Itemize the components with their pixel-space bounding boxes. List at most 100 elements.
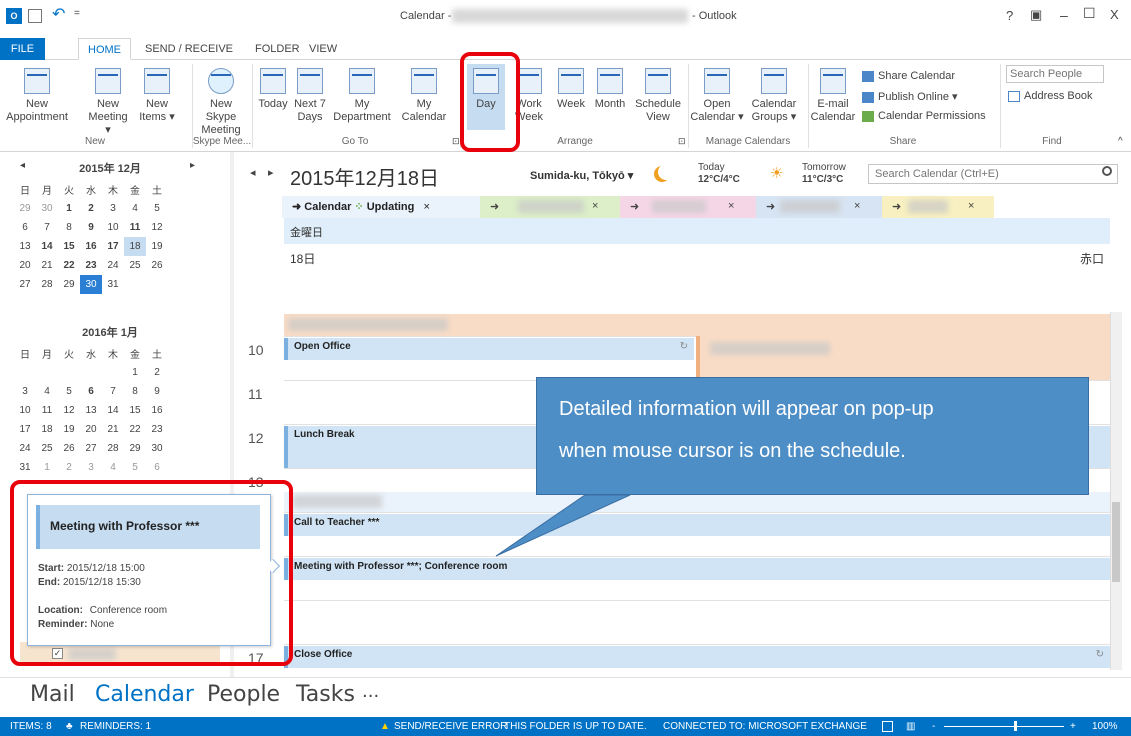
mini-calendar-day[interactable]: 14 <box>102 401 124 420</box>
appointment-call-teacher[interactable]: Call to Teacher *** <box>284 514 1110 536</box>
mini-calendar-day[interactable]: 18 <box>36 420 58 439</box>
mini-calendar-day[interactable]: 10 <box>102 218 124 237</box>
arrange-launcher-icon[interactable]: ⊡ <box>678 136 686 147</box>
tab-file[interactable]: FILE <box>0 38 45 60</box>
mini-calendar-day[interactable]: 3 <box>102 199 124 218</box>
save-icon[interactable] <box>28 9 42 23</box>
reading-view-icon[interactable]: ▥ <box>906 717 915 736</box>
new-meeting-button[interactable]: New Meeting ▾ <box>88 68 128 137</box>
mini-calendar-day[interactable]: 10 <box>14 401 36 420</box>
mini-calendar-day[interactable]: 11 <box>124 218 146 237</box>
mini-calendar-day[interactable]: 1 <box>36 458 58 477</box>
mini-calendar-day[interactable]: 7 <box>102 382 124 401</box>
vertical-scrollbar[interactable] <box>1110 312 1122 670</box>
hour-row[interactable] <box>284 600 1110 644</box>
weather-location[interactable]: Sumida-ku, Tōkyō ▾ <box>530 169 633 182</box>
minimize-button[interactable]: – <box>1060 7 1068 23</box>
mini-calendar-day[interactable]: 20 <box>80 420 102 439</box>
tab-send-receive[interactable]: SEND / RECEIVE <box>136 38 242 60</box>
appointment-close-office[interactable]: Close Office ↻ <box>284 646 1110 668</box>
mini-calendar-day[interactable]: 8 <box>124 382 146 401</box>
mini-calendar-day[interactable]: 4 <box>102 458 124 477</box>
schedule-view-button[interactable]: Schedule View <box>632 68 684 124</box>
mini-calendar-day[interactable]: 30 <box>146 439 168 458</box>
mini-calendar-day[interactable]: 20 <box>14 256 36 275</box>
calendar-permissions-button[interactable]: Calendar Permissions <box>862 110 986 122</box>
mini-calendar-day[interactable]: 29 <box>14 199 36 218</box>
mini-calendar-day[interactable]: 25 <box>36 439 58 458</box>
mini-calendar-day[interactable]: 5 <box>124 458 146 477</box>
zoom-out-button[interactable]: - <box>932 717 935 736</box>
mini-calendar-day[interactable]: 2 <box>80 199 102 218</box>
mini-calendar-day[interactable]: 26 <box>58 439 80 458</box>
mini-calendar-day[interactable]: 6 <box>146 458 168 477</box>
mini-calendar-day[interactable]: 26 <box>146 256 168 275</box>
mini-calendar-day[interactable]: 4 <box>36 382 58 401</box>
next-day-icon[interactable]: ▸ <box>268 166 274 179</box>
my-department-button[interactable]: My Department <box>330 68 394 124</box>
mini-calendar-day[interactable]: 15 <box>124 401 146 420</box>
normal-view-icon[interactable] <box>882 721 893 732</box>
mini-calendar-day[interactable]: 21 <box>36 256 58 275</box>
mini-calendar-day[interactable]: 22 <box>58 256 80 275</box>
mini-calendar-day[interactable]: 27 <box>80 439 102 458</box>
mini-calendar-day[interactable]: 1 <box>58 199 80 218</box>
quick-access-dropdown[interactable]: = <box>74 8 80 19</box>
mini-calendar-day[interactable]: 31 <box>14 458 36 477</box>
status-error[interactable]: SEND/RECEIVE ERROR <box>394 717 507 736</box>
nav-more[interactable]: ··· <box>362 686 379 707</box>
mini-calendar-day[interactable]: 7 <box>36 218 58 237</box>
next-7-days-button[interactable]: Next 7 Days <box>292 68 328 124</box>
mini-calendar-day[interactable]: 31 <box>102 275 124 294</box>
mini-calendar-day[interactable]: 5 <box>58 382 80 401</box>
mini-calendar-day[interactable]: 9 <box>80 218 102 237</box>
today-button[interactable]: Today <box>256 68 290 111</box>
mini-calendar-day[interactable]: 29 <box>58 275 80 294</box>
new-appointment-button[interactable]: New Appointment <box>4 68 70 124</box>
mini-calendar-day[interactable]: 19 <box>146 237 168 256</box>
nav-mail[interactable]: Mail <box>30 682 75 707</box>
mini-calendar-day[interactable]: 12 <box>58 401 80 420</box>
ribbon-display-options-button[interactable]: ▣ <box>1030 7 1042 23</box>
calendar-tab-active[interactable]: ➜ Calendar ⁘ Updating × <box>282 196 482 218</box>
mini-prev-button[interactable]: ◂ <box>20 160 25 171</box>
mini-calendar-day[interactable]: 29 <box>124 439 146 458</box>
zoom-in-button[interactable]: + <box>1070 717 1076 736</box>
prev-day-icon[interactable]: ◂ <box>250 166 256 179</box>
search-icon[interactable] <box>1102 166 1112 176</box>
share-calendar-button[interactable]: Share Calendar <box>862 70 955 82</box>
search-calendar-input[interactable] <box>868 164 1118 184</box>
mini-calendar-day[interactable]: 6 <box>14 218 36 237</box>
mini-calendar-day[interactable]: 24 <box>102 256 124 275</box>
week-button[interactable]: Week <box>554 68 588 111</box>
address-book-button[interactable]: Address Book <box>1008 90 1092 102</box>
mini-calendar-day[interactable]: 17 <box>102 237 124 256</box>
mini-calendar-day[interactable]: 24 <box>14 439 36 458</box>
mini-calendar-day[interactable]: 2 <box>146 363 168 382</box>
mini-calendar-day[interactable]: 16 <box>146 401 168 420</box>
mini-calendar-day[interactable]: 3 <box>14 382 36 401</box>
status-reminders[interactable]: REMINDERS: 1 <box>80 717 151 736</box>
scroll-thumb[interactable] <box>1112 502 1120 582</box>
publish-online-button[interactable]: Publish Online ▾ <box>862 90 958 103</box>
help-button[interactable]: ? <box>1006 8 1013 23</box>
maximize-button[interactable]: ☐ <box>1083 5 1096 22</box>
mini-calendar-day[interactable]: 23 <box>80 256 102 275</box>
nav-tasks[interactable]: Tasks <box>296 682 355 707</box>
mini-calendar-day[interactable]: 28 <box>36 275 58 294</box>
mini-calendar-day[interactable]: 18 <box>124 237 146 256</box>
new-skype-meeting-button[interactable]: New Skype Meeting <box>194 68 248 137</box>
mini-calendar-day[interactable]: 30 <box>80 275 102 294</box>
mini-calendar-day[interactable]: 13 <box>80 401 102 420</box>
mini-calendar-day[interactable]: 12 <box>146 218 168 237</box>
calendar-groups-button[interactable]: Calendar Groups ▾ <box>744 68 804 124</box>
mini-calendar-day[interactable]: 11 <box>36 401 58 420</box>
collapse-ribbon-button[interactable]: ^ <box>1118 136 1123 147</box>
appointment-open-office[interactable]: Open Office ↻ <box>284 338 694 360</box>
mini-calendar-day[interactable]: 3 <box>80 458 102 477</box>
mini-calendar-day[interactable]: 23 <box>146 420 168 439</box>
mini-calendar-day[interactable]: 16 <box>80 237 102 256</box>
mini-calendar-day[interactable]: 19 <box>58 420 80 439</box>
mini-calendar-day[interactable]: 30 <box>36 199 58 218</box>
mini-calendar-day[interactable]: 22 <box>124 420 146 439</box>
